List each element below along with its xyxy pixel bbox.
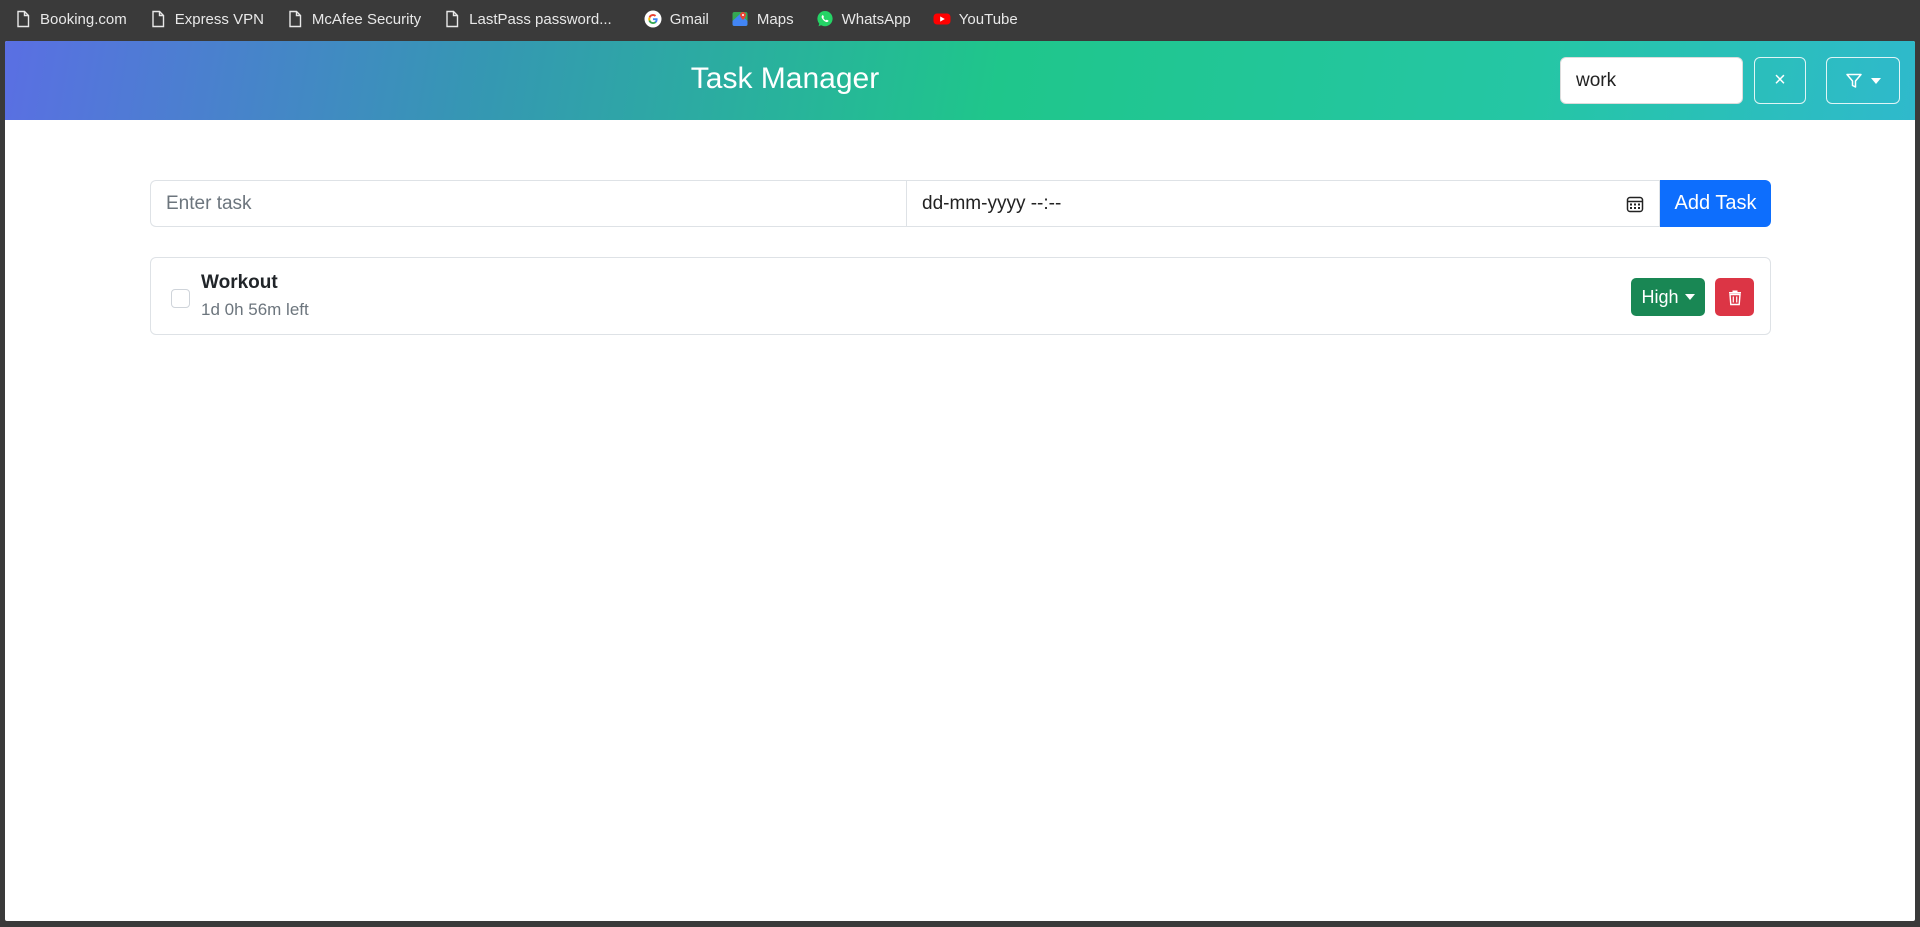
bookmark-express-vpn[interactable]: Express VPN [149,10,264,28]
bookmark-booking[interactable]: Booking.com [14,10,127,28]
filter-dropdown-button[interactable] [1826,57,1900,104]
chevron-down-icon [1871,77,1881,84]
search-input[interactable] [1560,57,1743,104]
youtube-icon [933,13,951,25]
task-name: Workout [201,272,278,293]
chevron-down-icon [1684,294,1695,300]
bookmark-label: WhatsApp [841,10,911,28]
maps-icon [732,12,748,26]
bookmark-mcafee[interactable]: McAfee Security [286,10,421,28]
bookmark-label: Gmail [669,10,709,28]
whatsapp-icon [816,11,833,27]
trash-icon [1728,290,1741,305]
document-icon [446,10,459,28]
bookmark-label: LastPass password... [469,10,612,28]
bookmarks-bar: Booking.com Express VPN McAfee Security … [0,0,1920,38]
bookmark-label: Booking.com [40,10,127,28]
due-date-placeholder: dd-mm-yyyy --:-- [922,192,1062,214]
bookmark-label: Express VPN [174,10,264,28]
calendar-icon[interactable] [1626,195,1644,213]
delete-task-button[interactable] [1715,278,1754,316]
bookmark-gmail[interactable]: Gmail [644,10,709,28]
document-icon [289,10,302,28]
task-input[interactable] [150,180,906,227]
document-icon [152,10,164,28]
clear-search-button[interactable]: × [1754,57,1806,104]
priority-dropdown-button[interactable]: High [1631,278,1705,316]
bookmark-youtube[interactable]: YouTube [933,10,1018,28]
task-time-left: 1d 0h 56m left [201,300,309,319]
bookmark-lastpass[interactable]: LastPass password... [443,10,612,28]
priority-label: High [1641,286,1679,307]
document-icon [17,10,30,28]
google-icon [644,10,662,28]
bookmark-label: Maps [756,10,794,28]
bookmark-label: YouTube [958,10,1018,28]
filter-icon [1846,73,1862,88]
bookmark-maps[interactable]: Maps [731,10,794,28]
page-viewport: Task Manager × dd-mm-yyyy --:-- A [5,41,1915,921]
app-header: Task Manager × [5,41,1915,120]
task-item: Workout 1d 0h 56m left High [150,257,1771,335]
add-task-button[interactable]: Add Task [1660,180,1771,227]
due-date-input[interactable]: dd-mm-yyyy --:-- [906,180,1660,227]
page-title: Task Manager [690,62,880,95]
bookmark-whatsapp[interactable]: WhatsApp [816,10,911,28]
task-complete-checkbox[interactable] [171,289,190,308]
add-task-form: dd-mm-yyyy --:-- Add Task [150,180,1771,227]
bookmark-label: McAfee Security [311,10,422,28]
